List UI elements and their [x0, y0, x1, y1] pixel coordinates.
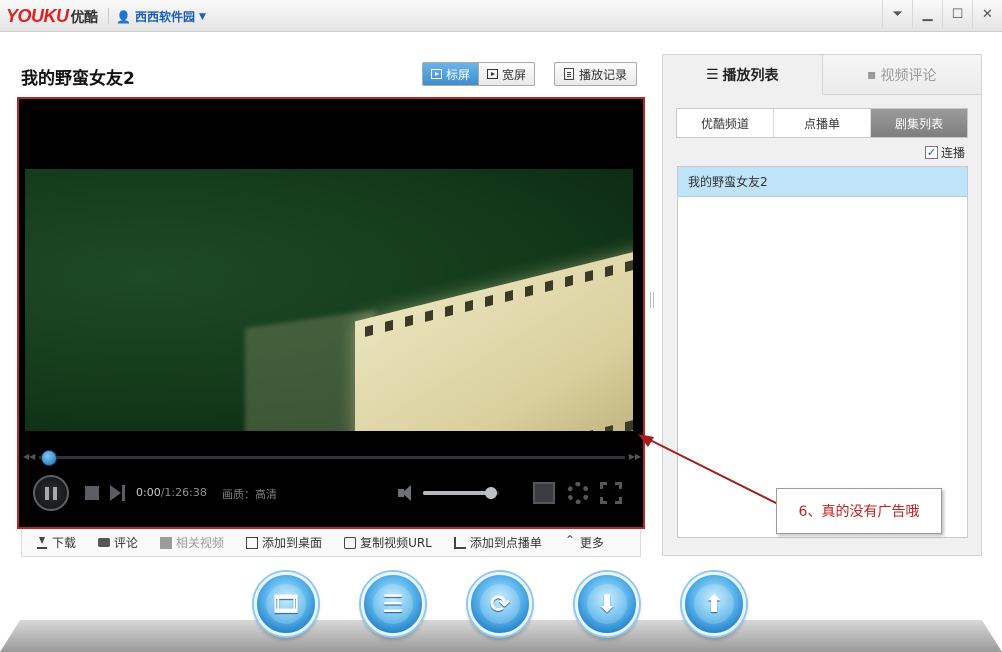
side-tabs: ☰ 播放列表 ▪ 视频评论: [663, 55, 981, 95]
volume-fill: [423, 491, 492, 495]
film-library-icon[interactable]: 🎞: [254, 572, 318, 636]
filter-icon[interactable]: ⏷: [882, 0, 912, 28]
comment-icon: ▪: [867, 66, 877, 83]
download-manager-icon[interactable]: ⬇: [575, 572, 639, 636]
list-icon: ☰: [705, 66, 719, 83]
logo-cn: 优酷: [70, 10, 99, 26]
copy-url-label: 复制视频URL: [360, 536, 432, 550]
related-videos-label: 相关视频: [176, 536, 225, 550]
window-controls: ⏷ ▁ ☐ ✕: [882, 0, 1002, 28]
quality-selector[interactable]: 画质：高清: [222, 486, 277, 502]
screen-ratio-icon[interactable]: [533, 482, 555, 504]
copy-url-icon: [344, 536, 357, 549]
volume-slider[interactable]: [423, 487, 499, 499]
total-time: 1:26:38: [164, 486, 207, 499]
wide-screen-button[interactable]: 宽屏: [478, 63, 535, 85]
chevron-down-icon: ▼: [198, 11, 206, 22]
user-name: 西西软件园: [134, 10, 195, 24]
upload-icon[interactable]: ⬆: [682, 572, 746, 636]
copy-url-button[interactable]: 复制视频URL: [344, 534, 432, 551]
time-display: 0:00/1:26:38: [136, 486, 207, 499]
checkbox-checked-icon[interactable]: ✓: [925, 146, 938, 159]
volume-knob[interactable]: [485, 487, 498, 499]
progress-knob[interactable]: [41, 450, 57, 466]
segment-episode-list[interactable]: 剧集列表: [870, 109, 967, 137]
pause-button[interactable]: [33, 475, 69, 511]
minimize-icon[interactable]: ▁: [912, 0, 942, 28]
film-perforation: [365, 247, 633, 337]
tab-playlist[interactable]: ☰ 播放列表: [663, 55, 823, 95]
download-label: 下载: [52, 536, 77, 550]
standard-screen-label: 标屏: [446, 67, 471, 82]
refresh-icon[interactable]: ⟳: [468, 572, 532, 636]
wide-screen-label: 宽屏: [502, 67, 527, 82]
autoplay-label: 连播: [941, 146, 966, 160]
pause-icon: [45, 486, 57, 500]
comment-button[interactable]: 评论: [98, 534, 138, 551]
standard-screen-button[interactable]: 标屏: [423, 63, 479, 85]
more-button[interactable]: 更多: [564, 534, 604, 551]
segment-youku-channel[interactable]: 优酷频道: [677, 109, 773, 137]
playlist-segment-control: 优酷频道 点播单 剧集列表: [676, 108, 968, 138]
download-icon: [36, 536, 48, 549]
segment-on-demand-list[interactable]: 点播单: [773, 109, 870, 137]
history-icon: [564, 68, 574, 80]
tab-video-comments[interactable]: ▪ 视频评论: [822, 55, 981, 95]
youku-logo[interactable]: YOUKU 优酷: [6, 6, 98, 27]
action-bar: 下载 评论 相关视频 添加到桌面 复制视频URL 添加到点播单 更多: [21, 529, 641, 557]
related-video-icon: [160, 536, 173, 549]
add-to-playlist-button[interactable]: 添加到点播单: [453, 534, 542, 551]
bottom-dock: 🎞 ☰ ⟳ ⬇ ⬆: [0, 572, 1002, 652]
standard-screen-icon: [431, 69, 442, 79]
comment-icon: [98, 538, 111, 547]
divider: [108, 8, 109, 24]
video-title: 我的野蛮女友2: [21, 69, 135, 89]
title-bar: YOUKU 优酷 👤 西西软件园 ▼ ⏷ ▁ ☐ ✕: [0, 0, 1002, 32]
autoplay-checkbox[interactable]: ✓ 连播: [925, 144, 965, 161]
video-player[interactable]: ◀◀ ▶▶ 0:00/1:26:38 画质：高清: [17, 97, 645, 529]
desktop-shortcut-icon: [246, 536, 259, 549]
playlist-icon[interactable]: ☰: [361, 572, 425, 636]
video-content-filmstrip: [355, 236, 633, 431]
fullscreen-icon[interactable]: [600, 482, 622, 504]
next-button[interactable]: [110, 485, 128, 501]
add-to-playlist-label: 添加到点播单: [469, 536, 542, 550]
list-item[interactable]: 我的野蛮女友2: [678, 167, 967, 197]
player-controls: 0:00/1:26:38 画质：高清: [19, 471, 643, 523]
add-to-desktop-button[interactable]: 添加到桌面: [246, 534, 322, 551]
tab-playlist-label: 播放列表: [722, 67, 779, 84]
logo-latin: YOUKU: [6, 6, 69, 26]
panel-resize-handle[interactable]: [650, 292, 654, 308]
rewind-icon[interactable]: ◀◀: [23, 452, 35, 461]
progress-track[interactable]: [39, 456, 625, 459]
tab-video-comments-label: 视频评论: [880, 67, 937, 84]
annotation-arrow: [638, 434, 781, 506]
stop-button[interactable]: [85, 486, 99, 500]
annotation-callout: 6、真的没有广告哦: [776, 488, 942, 534]
close-icon[interactable]: ✕: [972, 0, 1002, 28]
volume-icon[interactable]: [398, 484, 418, 502]
add-to-playlist-icon: [453, 536, 466, 549]
gear-icon[interactable]: [567, 482, 589, 504]
film-perforation: [365, 407, 633, 431]
wide-screen-icon: [487, 69, 499, 79]
play-history-button[interactable]: 播放记录: [554, 62, 638, 86]
user-icon: 👤: [116, 9, 131, 24]
more-label: 更多: [579, 536, 604, 550]
add-to-desktop-label: 添加到桌面: [262, 536, 323, 550]
view-mode-toggle: 标屏 宽屏: [422, 62, 536, 86]
current-time: 0:00: [136, 486, 161, 499]
progress-bar[interactable]: ◀◀ ▶▶: [23, 450, 641, 466]
user-menu[interactable]: 👤 西西软件园 ▼: [116, 8, 206, 25]
download-button[interactable]: 下载: [36, 534, 76, 551]
more-icon: [564, 534, 576, 549]
maximize-icon[interactable]: ☐: [942, 0, 972, 28]
play-history-label: 播放记录: [579, 67, 628, 82]
video-frame[interactable]: [25, 169, 633, 431]
related-videos-button[interactable]: 相关视频: [160, 534, 224, 551]
comment-label: 评论: [114, 536, 139, 550]
